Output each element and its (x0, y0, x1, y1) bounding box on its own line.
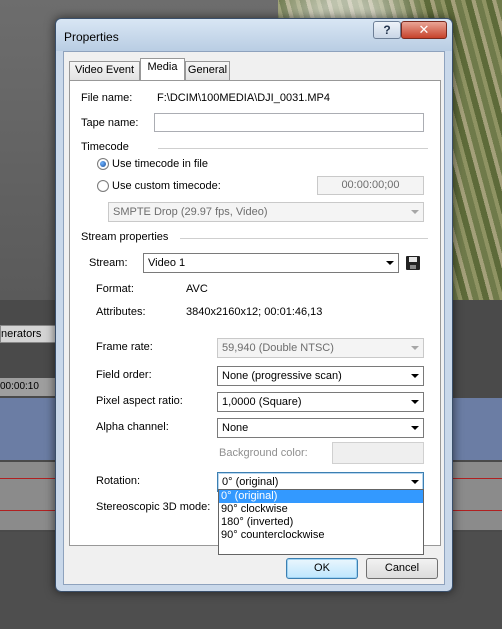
question-mark-icon: ? (383, 23, 391, 37)
stream-select[interactable]: Video 1 (143, 253, 399, 273)
rotation-label: Rotation: (96, 475, 141, 487)
frame-rate-label: Frame rate: (96, 341, 153, 353)
chevron-down-icon (411, 426, 419, 430)
field-order-label: Field order: (96, 369, 152, 381)
frame-rate-select[interactable]: 59,940 (Double NTSC) (217, 338, 424, 358)
use-custom-timecode-radio[interactable] (97, 180, 109, 192)
timecode-divider (158, 148, 428, 149)
format-label: Format: (96, 283, 134, 295)
ok-button[interactable]: OK (286, 558, 358, 579)
save-icon[interactable] (406, 256, 420, 270)
chevron-down-icon (411, 480, 419, 484)
tab-video-event[interactable]: Video Event (69, 61, 140, 80)
timecode-format-value: SMPTE Drop (29.97 fps, Video) (113, 206, 268, 218)
chevron-down-icon (411, 374, 419, 378)
format-value: AVC (186, 283, 208, 295)
file-name-value: F:\DCIM\100MEDIA\DJI_0031.MP4 (157, 92, 331, 104)
stereoscopic-3d-label: Stereoscopic 3D mode: (96, 501, 211, 513)
tab-general[interactable]: General (185, 61, 230, 80)
tab-media[interactable]: Media (140, 58, 185, 80)
media-panel: File name: F:\DCIM\100MEDIA\DJI_0031.MP4… (69, 80, 441, 546)
use-timecode-in-file-radio[interactable] (97, 158, 109, 170)
title-bar[interactable]: Properties ? ✕ (56, 19, 452, 51)
close-button[interactable]: ✕ (401, 21, 447, 39)
attributes-value: 3840x2160x12; 00:01:46,13 (186, 306, 323, 318)
pixel-aspect-label: Pixel aspect ratio: (96, 395, 183, 407)
rotation-value: 0° (original) (222, 476, 279, 488)
chevron-down-icon (411, 400, 419, 404)
stream-value: Video 1 (148, 257, 186, 269)
tape-name-label: Tape name: (81, 117, 139, 129)
close-icon: ✕ (418, 22, 430, 37)
alpha-channel-label: Alpha channel: (96, 421, 169, 433)
use-custom-timecode-label[interactable]: Use custom timecode: (112, 180, 221, 192)
pixel-aspect-value: 1,0000 (Square) (222, 396, 302, 408)
cancel-button[interactable]: Cancel (366, 558, 438, 579)
rotation-dropdown-list: 0° (original) 90° clockwise 180° (invert… (218, 489, 424, 555)
dialog-title: Properties (64, 30, 119, 44)
pixel-aspect-select[interactable]: 1,0000 (Square) (217, 392, 424, 412)
stream-section-label: Stream properties (81, 231, 169, 243)
chevron-down-icon (411, 346, 419, 350)
tab-generators[interactable]: nerators (0, 325, 58, 343)
timecode-format-select[interactable]: SMPTE Drop (29.97 fps, Video) (108, 202, 424, 222)
attributes-label: Attributes: (96, 306, 146, 318)
stream-label: Stream: (89, 257, 128, 269)
field-order-value: None (progressive scan) (222, 370, 342, 382)
rotation-option[interactable]: 180° (inverted) (219, 516, 423, 529)
background-color-swatch[interactable] (332, 442, 424, 464)
background-color-label: Background color: (219, 447, 308, 459)
timeline-ruler-timecode: 00:00:10 (0, 378, 60, 396)
custom-timecode-input[interactable]: 00:00:00;00 (317, 176, 424, 195)
file-name-label: File name: (81, 92, 133, 104)
rotation-option[interactable]: 0° (original) (219, 490, 423, 503)
timecode-section-label: Timecode (81, 141, 129, 153)
stream-divider (180, 238, 428, 239)
frame-rate-value: 59,940 (Double NTSC) (222, 342, 334, 354)
rotation-option[interactable]: 90° clockwise (219, 503, 423, 516)
tape-name-input[interactable] (154, 113, 424, 132)
rotation-option[interactable]: 90° counterclockwise (219, 529, 423, 542)
use-timecode-in-file-label[interactable]: Use timecode in file (112, 158, 208, 170)
field-order-select[interactable]: None (progressive scan) (217, 366, 424, 386)
chevron-down-icon (411, 210, 419, 214)
help-button[interactable]: ? (373, 21, 401, 39)
alpha-channel-select[interactable]: None (217, 418, 424, 438)
alpha-channel-value: None (222, 422, 249, 434)
chevron-down-icon (386, 261, 394, 265)
